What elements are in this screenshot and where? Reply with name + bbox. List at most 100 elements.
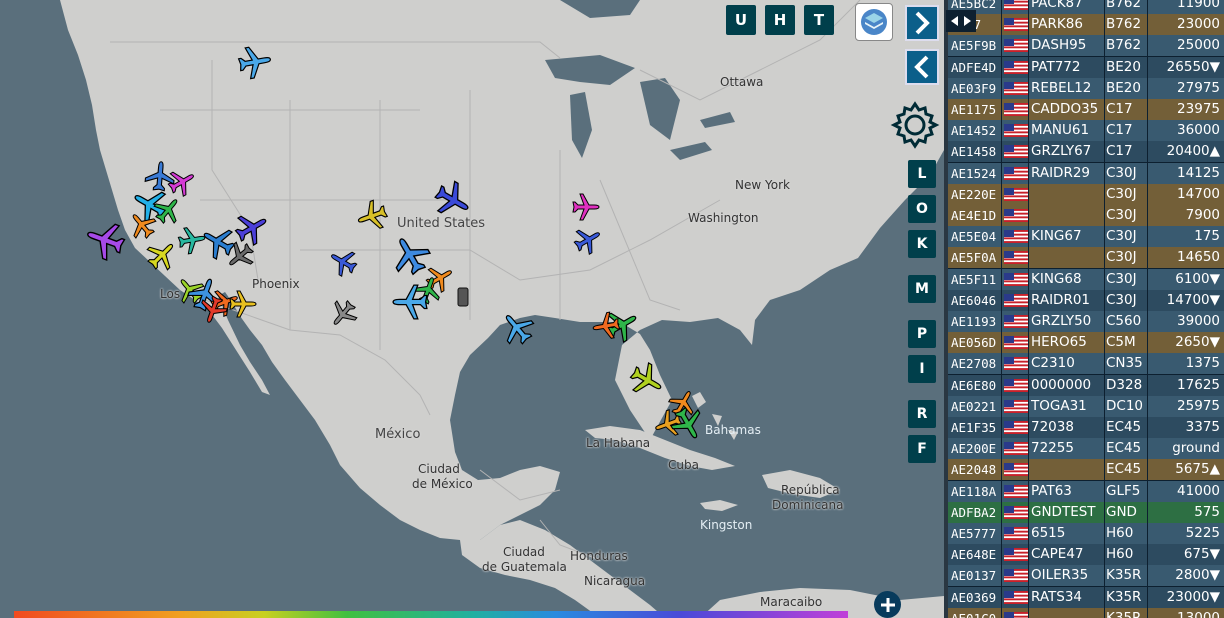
altitude-cell: 14650 <box>1177 249 1220 266</box>
table-row[interactable]: AE5E04 KING67 C30J 175 <box>948 226 1224 248</box>
table-row[interactable]: AE200E 72255 EC45 ground <box>948 438 1224 460</box>
altitude-cell: 6100▼ <box>1175 270 1220 287</box>
table-row[interactable]: AE1458 GRZLY67 C17 20400▲ <box>948 141 1224 163</box>
aircraft-icon <box>590 310 622 342</box>
aircraft-icon <box>569 221 607 259</box>
table-row[interactable]: AE5F0A C30J 14650 <box>948 247 1224 269</box>
table-row[interactable]: AE4E1D C30J 7900 <box>948 205 1224 226</box>
table-row[interactable]: ADFE4D PAT772 BE20 26550▼ <box>948 56 1224 78</box>
l-button[interactable]: L <box>908 160 936 188</box>
altitude-cell: 575 <box>1194 503 1220 520</box>
icao-hex-cell: AE648E <box>951 547 997 563</box>
table-row[interactable]: AE1452 MANU61 C17 36000 <box>948 120 1224 142</box>
table-row[interactable]: AE056D HERO65 C5M 2650▼ <box>948 332 1224 354</box>
table-row[interactable]: AE1175 CADDO35 C17 23975 <box>948 99 1224 120</box>
aircraft-layer[interactable] <box>0 0 944 618</box>
altitude-cell: 27975 <box>1177 79 1220 96</box>
callsign-cell: 72255 <box>1031 440 1074 457</box>
us-flag-icon <box>1004 421 1028 434</box>
altitude-cell: 3375 <box>1185 419 1220 435</box>
map-view[interactable]: Ottawa New York Washington United States… <box>0 0 944 618</box>
us-flag-icon <box>1004 378 1028 392</box>
table-row[interactable]: AE5777 6515 H60 5225 <box>948 523 1224 544</box>
table-row[interactable]: AE0221 TOGA31 DC10 25975 <box>948 395 1224 417</box>
table-row[interactable]: AE5F11 KING68 C30J 6100▼ <box>948 268 1224 290</box>
aircraft-table-panel[interactable]: AE5BC2PACK87B76211900AE07PARK86B76223000… <box>944 0 1224 618</box>
table-row[interactable]: AE6E80 0000000 D328 17625 <box>948 374 1224 396</box>
altitude-cell: 23000 <box>1177 16 1220 33</box>
us-flag-icon <box>1004 0 1028 10</box>
icao-hex-cell: AE6E80 <box>951 377 997 393</box>
icao-hex-cell: AE03F9 <box>951 80 997 96</box>
settings-button[interactable] <box>888 100 942 154</box>
altitude-cell: 23975 <box>1177 101 1220 117</box>
table-row[interactable]: AE0137 OILER35 K35R 2800▼ <box>948 565 1224 587</box>
k-button[interactable]: K <box>908 230 936 258</box>
m-button[interactable]: M <box>908 275 936 303</box>
table-row[interactable]: AE2708 C2310 CN35 1375 <box>948 353 1224 375</box>
altitude-cell: 26550▼ <box>1166 58 1220 75</box>
icao-hex-cell: AE200E <box>951 441 997 457</box>
next-button[interactable] <box>905 5 939 41</box>
i-button[interactable]: I <box>908 355 936 383</box>
us-flag-icon <box>1004 548 1028 562</box>
aircraft-type-cell: C30J <box>1106 185 1137 202</box>
table-row[interactable]: AE2048 EC45 5675▲ <box>948 459 1224 481</box>
layers-button[interactable] <box>855 3 893 41</box>
icao-hex-cell: AE0369 <box>951 589 997 605</box>
icao-hex-cell: AE4E1D <box>951 208 997 223</box>
plus-icon <box>880 597 895 612</box>
o-button[interactable]: O <box>908 195 936 223</box>
table-row[interactable]: AE648E CAPE47 H60 675▼ <box>948 544 1224 566</box>
icao-hex-cell: ADFBA2 <box>951 504 997 520</box>
r-button[interactable]: R <box>908 400 936 428</box>
t-button[interactable]: T <box>804 5 834 35</box>
altitude-cell: 14700▼ <box>1166 291 1220 308</box>
table-row[interactable]: AE1193 GRZLY50 C560 39000 <box>948 311 1224 332</box>
table-row[interactable]: AE07PARK86B76223000 <box>948 14 1224 36</box>
us-flag-icon <box>1004 145 1028 159</box>
chevron-right-icon <box>915 11 930 35</box>
icao-hex-cell: AE5F11 <box>951 271 997 287</box>
callsign-cell: 6515 <box>1031 525 1066 541</box>
table-row[interactable]: AE1F35 72038 EC45 3375 <box>948 417 1224 438</box>
table-row[interactable]: AE118A PAT63 GLF5 41000 <box>948 480 1224 502</box>
aircraft-type-cell: K35R <box>1106 609 1142 618</box>
aircraft-icon <box>176 224 208 256</box>
altitude-cell: 5675▲ <box>1175 461 1220 478</box>
aircraft-icon <box>324 295 362 333</box>
expand-panel-button[interactable] <box>946 10 976 32</box>
icao-hex-cell: AE5E04 <box>951 229 997 245</box>
table-row[interactable]: AE03F9 REBEL12 BE20 27975 <box>948 77 1224 99</box>
altitude-cell: 1375 <box>1185 355 1220 372</box>
table-row[interactable]: AE220E C30J 14700 <box>948 183 1224 205</box>
table-row[interactable]: AE5BC2 PACK87 B762 11900 <box>948 0 1224 14</box>
table-row[interactable]: AE0369 RATS34 K35R 23000▼ <box>948 586 1224 608</box>
callsign-cell <box>1031 459 1104 480</box>
altitude-cell: 36000 <box>1177 122 1220 139</box>
aircraft-type-cell: C560 <box>1106 313 1142 329</box>
f-button[interactable]: F <box>908 435 936 463</box>
table-row[interactable]: AE6046 RAIDR01 C30J 14700▼ <box>948 289 1224 311</box>
u-button[interactable]: U <box>726 5 756 35</box>
table-row[interactable]: ADFBA2 GNDTEST GND 575 <box>948 501 1224 523</box>
prev-button[interactable] <box>905 49 939 85</box>
us-flag-icon <box>1004 209 1028 222</box>
altitude-color-legend <box>14 611 848 618</box>
p-button[interactable]: P <box>908 320 936 348</box>
us-flag-icon <box>1004 569 1028 583</box>
aircraft-icon <box>429 176 477 224</box>
altitude-cell: 675▼ <box>1183 546 1220 563</box>
aircraft-type-cell: BE20 <box>1106 58 1141 75</box>
table-row[interactable]: AE01C0 K35R 13000 <box>948 607 1224 618</box>
zoom-in-button[interactable] <box>874 591 901 618</box>
h-button[interactable]: H <box>765 5 795 35</box>
icao-hex-cell: AE01C0 <box>951 608 1002 618</box>
callsign-cell: KING68 <box>1031 270 1082 287</box>
altitude-cell: 5225 <box>1185 525 1220 541</box>
altitude-cell: 14125 <box>1177 164 1220 181</box>
aircraft-type-cell: C30J <box>1106 164 1137 181</box>
table-row[interactable]: AE1524 RAIDR29 C30J 14125 <box>948 162 1224 184</box>
table-row[interactable]: AE5F9B DASH95 B762 25000 <box>948 35 1224 57</box>
callsign-cell <box>1031 205 1104 226</box>
